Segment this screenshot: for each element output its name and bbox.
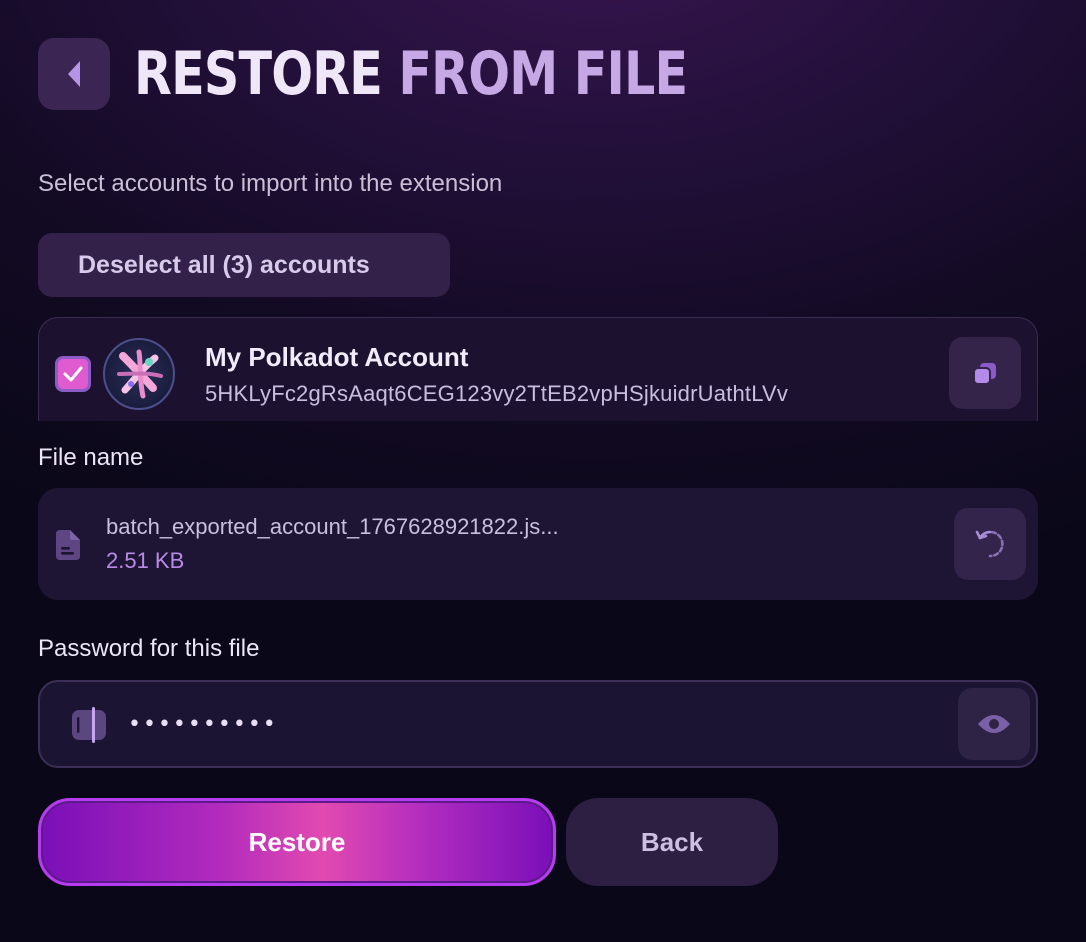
back-button[interactable]: Back: [566, 798, 778, 886]
file-icon: [52, 528, 84, 567]
page-subtitle: Select accounts to import into the exten…: [38, 170, 503, 197]
password-field[interactable]: [38, 680, 1038, 768]
account-name: My Polkadot Account: [205, 342, 469, 372]
password-input[interactable]: [128, 704, 928, 744]
file-name-label: File name: [38, 444, 144, 471]
account-address: 5HKLyFc2gRsAaqt6CEG123vy2TtEB2vpHSjkuidr…: [205, 381, 789, 406]
file-name: batch_exported_account_1767628921822.js.…: [106, 514, 559, 539]
header-back-button[interactable]: [38, 38, 110, 110]
title-word-from-file: FROM FILE: [398, 39, 688, 109]
restore-button[interactable]: Restore: [38, 798, 556, 886]
accounts-list[interactable]: My Polkadot Account 5HKLyFc2gRsAaqt6CEG1…: [38, 317, 1038, 421]
password-label: Password for this file: [38, 635, 260, 662]
account-avatar: [103, 338, 175, 410]
polkadot-identicon: [117, 349, 163, 399]
file-size: 2.51 KB: [106, 548, 185, 573]
reset-icon: [975, 530, 1004, 558]
header: RESTORE FROM FILE: [38, 38, 809, 110]
account-row[interactable]: My Polkadot Account 5HKLyFc2gRsAaqt6CEG1…: [39, 318, 1037, 421]
toggle-password-visibility-button[interactable]: [958, 688, 1030, 760]
copy-address-button[interactable]: [949, 337, 1021, 409]
page-title: RESTORE FROM FILE: [134, 38, 688, 110]
account-checkbox[interactable]: [55, 356, 91, 392]
title-word-restore: RESTORE: [134, 39, 383, 109]
reset-file-button[interactable]: [954, 508, 1026, 580]
deselect-all-button[interactable]: Deselect all (3) accounts: [38, 233, 450, 297]
copy-icon: [973, 363, 996, 385]
file-card: batch_exported_account_1767628921822.js.…: [38, 488, 1038, 600]
checkmark-icon: [63, 366, 83, 382]
chevron-left-icon: [68, 61, 80, 87]
eye-icon: [978, 715, 1010, 733]
password-icon: [70, 706, 108, 749]
